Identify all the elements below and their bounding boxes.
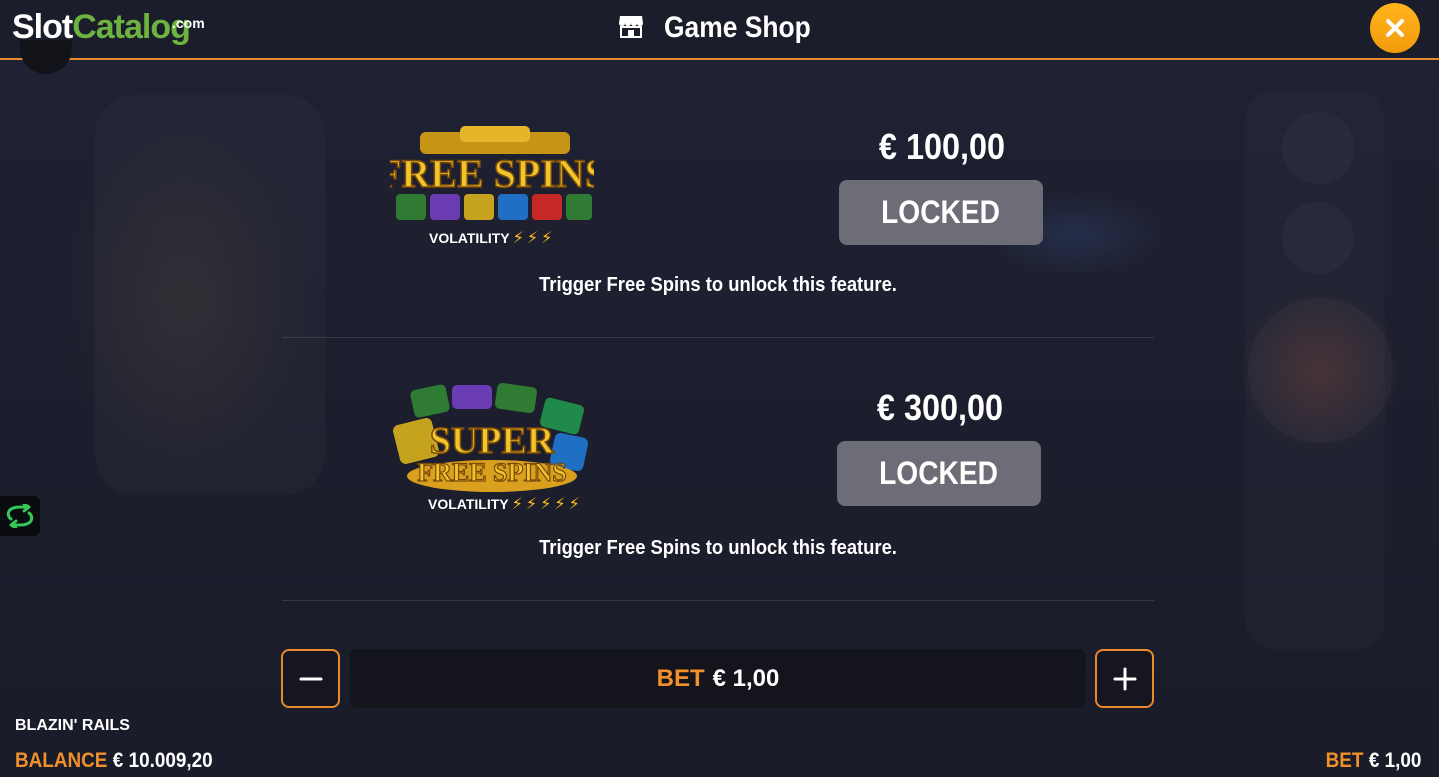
volatility-indicator: VOLATILITY ⚡ ⚡ ⚡ ⚡ ⚡ (428, 494, 580, 514)
close-button[interactable] (1370, 3, 1420, 53)
lightning-icon: ⚡ (525, 496, 538, 513)
footer-bet-display: BET € 1,00 (1325, 749, 1421, 773)
svg-text:FREE SPINS: FREE SPINS (417, 458, 567, 487)
feature-price: € 100,00 (878, 126, 1006, 167)
close-icon (1386, 19, 1404, 37)
replay-icon (6, 504, 34, 528)
bet-amount-display: BET € 1,00 (350, 649, 1086, 708)
lightning-icon: ⚡ (541, 230, 553, 247)
locked-button[interactable]: LOCKED (839, 180, 1043, 245)
minus-icon (299, 677, 322, 680)
page-title: Game Shop (664, 11, 811, 44)
footer-bet-label: BET (1325, 749, 1364, 772)
game-name: BLAZIN' RAILS (15, 717, 130, 734)
autoplay-button-blurred (1282, 202, 1354, 274)
shop-item-free-spins: FREE SPINS VOLATILITY ⚡ ⚡ ⚡ € 100,00 LOC… (282, 62, 1154, 338)
balance-value: € 10.009,20 (112, 749, 213, 772)
unlock-message: Trigger Free Spins to unlock this featur… (539, 274, 897, 296)
shop-header: SlotCatalog .com Game Shop (0, 0, 1439, 74)
balance-display: BALANCE € 10.009,20 (15, 749, 213, 773)
lightning-icon: ⚡ (568, 496, 580, 513)
bet-increase-button[interactable] (1095, 649, 1154, 708)
lightning-icon: ⚡ (526, 230, 539, 247)
bet-value: € 1,00 (712, 664, 780, 692)
replay-tab[interactable] (0, 496, 40, 536)
shop-item-super-free-spins: SUPER FREE SPINS VOLATILITY ⚡ ⚡ ⚡ ⚡ ⚡ € … (282, 339, 1154, 601)
lightning-icon: ⚡ (511, 496, 523, 513)
free-spins-logo: FREE SPINS (376, 124, 608, 244)
feature-price: € 300,00 (876, 387, 1004, 428)
locked-button[interactable]: LOCKED (837, 441, 1041, 506)
svg-text:SUPER: SUPER (430, 420, 555, 462)
storefront-icon (618, 14, 644, 43)
turbo-button-blurred (1282, 112, 1354, 184)
lightning-icon: ⚡ (512, 230, 524, 247)
footer-bet-value: € 1,00 (1368, 749, 1421, 772)
super-free-spins-logo: SUPER FREE SPINS (392, 381, 592, 501)
locked-button-label: LOCKED (879, 455, 999, 491)
unlock-message: Trigger Free Spins to unlock this featur… (539, 537, 897, 559)
bet-decrease-button[interactable] (281, 649, 340, 708)
locked-button-label: LOCKED (881, 194, 1001, 230)
lightning-icon: ⚡ (540, 496, 552, 513)
volatility-label: VOLATILITY (429, 230, 510, 246)
bet-label: BET (656, 664, 705, 692)
volatility-label: VOLATILITY (428, 496, 509, 512)
lightning-icon: ⚡ (554, 496, 566, 513)
plus-icon (1113, 667, 1136, 690)
spin-button-blurred (1248, 298, 1393, 443)
volatility-indicator: VOLATILITY ⚡ ⚡ ⚡ (429, 228, 552, 248)
balance-label: BALANCE (15, 749, 108, 772)
header-title-group: Game Shop (0, 0, 1439, 56)
svg-text:FREE SPINS: FREE SPINS (390, 151, 594, 196)
